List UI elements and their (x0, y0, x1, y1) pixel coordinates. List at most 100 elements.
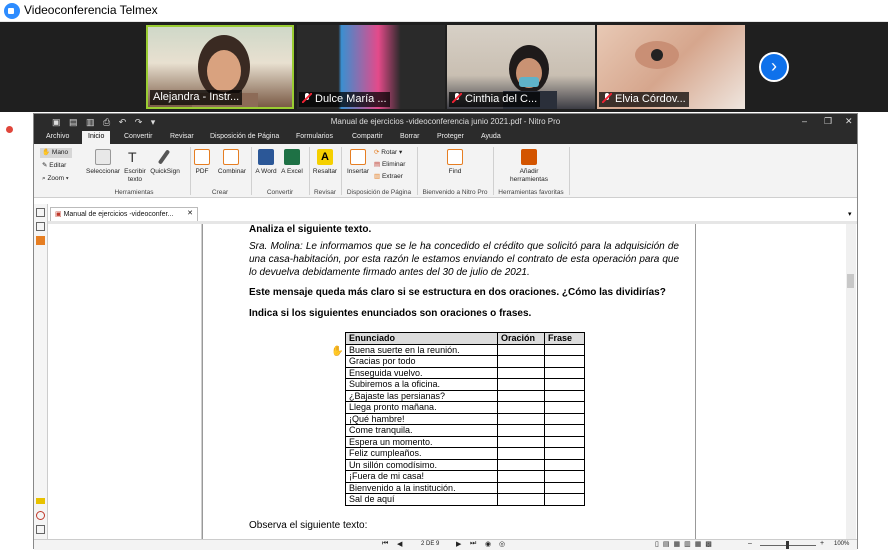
column-enunciado: Enunciado (345, 332, 498, 345)
delete-button[interactable]: ▤ Eliminar (374, 161, 414, 169)
document-tab[interactable]: ▣ Manual de ejercicios -videoconfer... ✕ (50, 207, 198, 221)
highlight-button[interactable]: Resaltar (310, 168, 340, 176)
page-heading: Analiza el siguiente texto. (249, 224, 372, 235)
mic-muted-icon (601, 92, 613, 104)
table-row: Come tranquila. (345, 424, 585, 437)
frase-cell (544, 481, 585, 494)
oracion-cell (497, 447, 545, 460)
group-favoritas-label: Herramientas favoritas (498, 189, 564, 196)
close-icon[interactable]: ✕ (845, 116, 853, 127)
extract-icon: ▥ (374, 173, 381, 180)
zoom-icon: ⌕ (42, 175, 46, 182)
oracion-cell (497, 458, 545, 471)
find-icon (447, 149, 463, 165)
oracion-cell (497, 424, 545, 437)
question-2: Indica si los siguientes enunciados son … (249, 308, 532, 319)
select-button[interactable]: Seleccionar (84, 168, 122, 176)
record-icon (4, 124, 15, 135)
bookmarks-icon[interactable] (36, 222, 45, 231)
tab-compartir[interactable]: Compartir (346, 132, 389, 141)
tab-disposicion[interactable]: Disposición de Página (204, 132, 285, 141)
participant-name: Elvia Córdov... (599, 92, 689, 107)
oracion-cell (497, 493, 545, 506)
chevron-right-icon[interactable]: › (759, 52, 789, 82)
view-mode-icons[interactable]: ▯▤▦▥▦▩ (655, 540, 716, 548)
oracion-cell (497, 401, 545, 414)
attachments-icon[interactable] (36, 236, 45, 245)
type-text-button[interactable]: Escribir texto (122, 168, 148, 184)
participant-tile[interactable]: Cinthia del C... (447, 25, 595, 109)
tab-revisar[interactable]: Revisar (164, 132, 200, 141)
create-pdf-button[interactable]: PDF (190, 168, 214, 176)
signature-icon[interactable] (36, 511, 45, 520)
frase-cell (544, 493, 585, 506)
last-page-icon[interactable]: ⏭ (470, 540, 476, 548)
minimize-icon[interactable]: – (802, 116, 807, 126)
find-button[interactable]: Find (439, 168, 471, 176)
first-page-icon[interactable]: ⏮ (382, 540, 388, 548)
close-tab-icon[interactable]: ✕ (187, 209, 193, 217)
back-icon[interactable]: ◉ (485, 540, 491, 548)
rotate-button[interactable]: ⟳ Rotar ▾ (374, 149, 414, 157)
tab-convertir[interactable]: Convertir (118, 132, 158, 141)
layers-icon[interactable] (36, 525, 45, 534)
quote-paragraph: Sra. Molina: Le informamos que se le ha … (249, 241, 679, 278)
participant-tile[interactable]: Alejandra - Instr... (146, 25, 294, 109)
ribbon-separator (251, 147, 252, 195)
hand-tool-button[interactable]: ✋ Mano (40, 148, 72, 158)
tab-list-chevron-icon[interactable]: ▾ (848, 210, 852, 218)
enunciado-cell: Bienvenido a la institución. (345, 481, 498, 494)
table-row: Feliz cumpleaños. (345, 447, 585, 460)
zoom-tool-button[interactable]: ⌕ Zoom ▾ (40, 174, 80, 184)
enunciado-cell: Come tranquila. (345, 424, 498, 437)
tab-inicio[interactable]: Inicio (82, 131, 111, 144)
enunciado-cell: ¿Bajaste las persianas? (345, 389, 498, 402)
enunciado-cell: Feliz cumpleaños. (345, 447, 498, 460)
tab-borrar[interactable]: Borrar (394, 132, 425, 141)
tab-proteger[interactable]: Proteger (431, 132, 470, 141)
combine-icon (223, 149, 239, 165)
forward-icon[interactable]: ◎ (499, 540, 505, 548)
to-word-button[interactable]: A Word (253, 168, 279, 176)
highlight-icon: A (317, 149, 333, 165)
participant-name: Dulce María ... (299, 92, 390, 107)
add-tools-button[interactable]: Añadir herramientas (504, 168, 554, 184)
pages-panel-icon[interactable] (36, 208, 45, 217)
tab-formularios[interactable]: Formularios (290, 132, 339, 141)
comments-icon[interactable] (36, 498, 45, 504)
status-bar: ⏮ ◀ 2 DE 9 ▶ ⏭ ◉ ◎ ▯▤▦▥▦▩ – + 100% (34, 539, 857, 550)
tab-ayuda[interactable]: Ayuda (475, 132, 507, 141)
table-row: ¿Bajaste las persianas? (345, 389, 585, 402)
maximize-icon[interactable]: ❐ (824, 116, 832, 127)
frase-cell (544, 401, 585, 414)
combine-button[interactable]: Combinar (215, 168, 249, 176)
insert-button[interactable]: Insertar (343, 168, 373, 176)
prev-page-icon[interactable]: ◀ (397, 540, 402, 548)
frase-cell (544, 366, 585, 379)
video-strip: Alejandra - Instr... Dulce María ... Cin… (0, 22, 888, 112)
column-oracion: Oración (497, 332, 545, 345)
participant-tile[interactable]: Elvia Córdov... (597, 25, 745, 109)
to-excel-button[interactable]: A Excel (279, 168, 305, 176)
edit-tool-button[interactable]: ✎ Editar (40, 161, 72, 171)
zoom-in-icon[interactable]: + (820, 540, 824, 547)
scroll-thumb[interactable] (847, 274, 854, 288)
quicksign-button[interactable]: QuickSign (148, 168, 182, 176)
oracion-cell (497, 481, 545, 494)
hand-icon: ✋ (42, 149, 51, 156)
question-1: Este mensaje queda más claro si se estru… (249, 287, 666, 298)
extract-button[interactable]: ▥ Extraer (374, 173, 414, 181)
participant-tile[interactable]: Dulce María ... (297, 25, 445, 109)
zoom-out-icon[interactable]: – (748, 540, 752, 547)
vertical-scrollbar[interactable] (846, 224, 856, 539)
zoom-slider-handle[interactable] (786, 541, 789, 549)
page-indicator[interactable]: 2 DE 9 (421, 541, 439, 547)
next-page-icon[interactable]: ▶ (456, 540, 461, 548)
frase-cell (544, 470, 585, 483)
table-row: Buena suerte en la reunión. (345, 343, 585, 356)
enunciado-cell: ¡Fuera de mi casa! (345, 470, 498, 483)
oracion-cell (497, 378, 545, 391)
table-row: Sal de aquí (345, 493, 585, 506)
tab-archivo[interactable]: Archivo (40, 132, 75, 141)
group-revisar-label: Revisar (313, 189, 337, 196)
